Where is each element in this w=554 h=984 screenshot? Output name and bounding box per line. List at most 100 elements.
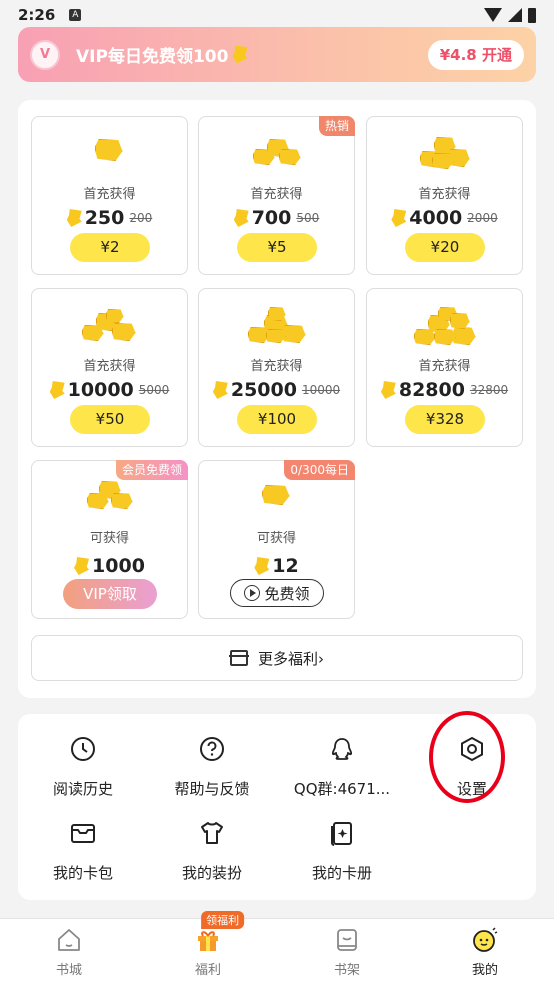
status-time: 2:26 bbox=[18, 6, 56, 24]
vip-banner[interactable]: V VIP每日免费领100 ¥4.8 开通 bbox=[18, 27, 536, 82]
original-amount: 10000 bbox=[301, 383, 341, 397]
tab-bookshelf[interactable]: 书架 bbox=[307, 927, 387, 978]
vip-claim-button[interactable]: VIP领取 bbox=[63, 579, 157, 609]
clock-icon bbox=[68, 734, 98, 764]
coin-icon bbox=[232, 45, 248, 64]
card-label: 可获得 bbox=[256, 531, 296, 546]
coin-icon bbox=[66, 209, 82, 227]
card-amount: 25000 10000 bbox=[199, 379, 354, 401]
card-label: 首充获得 bbox=[250, 187, 303, 202]
price-button[interactable]: ¥100 bbox=[237, 405, 317, 434]
coin-icon bbox=[49, 381, 65, 399]
card-label: 首充获得 bbox=[250, 359, 303, 374]
vip-logo-icon: V bbox=[30, 39, 60, 70]
card-label: 首充获得 bbox=[418, 359, 471, 374]
card-label: 首充获得 bbox=[83, 187, 136, 202]
vip-banner-text: VIP每日免费领100 bbox=[76, 42, 248, 67]
recharge-card-5[interactable]: 首充获得 25000 10000 ¥100 bbox=[198, 288, 355, 447]
notification-icon: A bbox=[69, 9, 82, 21]
card-amount: 700 500 bbox=[199, 207, 354, 229]
menu-label: 我的装扮 bbox=[181, 864, 242, 882]
menu-help-feedback[interactable]: 帮助与反馈 bbox=[147, 734, 277, 799]
card-label: 首充获得 bbox=[83, 359, 136, 374]
price-button[interactable]: ¥2 bbox=[70, 233, 150, 262]
gold-nugget-icon bbox=[419, 135, 470, 171]
gold-nugget-icon bbox=[247, 307, 306, 345]
card-label: 可获得 bbox=[89, 531, 129, 546]
menu-label: 我的卡包 bbox=[52, 864, 113, 882]
coin-icon bbox=[391, 209, 407, 227]
profile-menu-panel: 阅读历史 帮助与反馈 QQ群:4671... 设置 我的卡包 我的装扮 我的卡册 bbox=[18, 714, 536, 900]
free-claim-button[interactable]: 免费领 bbox=[230, 579, 324, 607]
menu-card-wallet[interactable]: 我的卡包 bbox=[18, 818, 148, 883]
original-amount: 2000 bbox=[467, 211, 498, 225]
amount-value: 4000 bbox=[409, 207, 463, 229]
price-button[interactable]: ¥328 bbox=[405, 405, 485, 434]
qq-icon bbox=[327, 734, 357, 764]
original-amount: 5000 bbox=[138, 383, 170, 397]
hot-tag: 热销 bbox=[318, 116, 355, 136]
amount-value: 700 bbox=[251, 207, 292, 229]
amount-value: 1000 bbox=[92, 555, 145, 577]
tshirt-icon bbox=[197, 818, 227, 848]
vip-open-label: 开通 bbox=[481, 46, 512, 64]
recharge-card-1[interactable]: 首充获得 250 200 ¥2 bbox=[31, 116, 188, 275]
bottom-tab-bar: 书城 领福利 福利 书架 我的 bbox=[0, 911, 554, 984]
original-amount: 500 bbox=[296, 211, 320, 225]
vip-banner-title: VIP每日免费领100 bbox=[76, 47, 229, 67]
card-wallet-icon bbox=[68, 818, 98, 848]
recharge-card-4[interactable]: 首充获得 10000 5000 ¥50 bbox=[31, 288, 188, 447]
menu-label: 我的卡册 bbox=[311, 864, 372, 882]
amount-value: 12 bbox=[272, 555, 299, 577]
vip-open-button[interactable]: ¥4.8 开通 bbox=[427, 39, 524, 70]
menu-qq-group[interactable]: QQ群:4671... bbox=[277, 734, 407, 799]
chevron-right-icon: › bbox=[318, 649, 324, 668]
recharge-card-6[interactable]: 首充获得 82800 32800 ¥328 bbox=[366, 288, 523, 447]
price-button[interactable]: ¥20 bbox=[405, 233, 485, 262]
menu-settings[interactable]: 设置 bbox=[407, 734, 537, 799]
recharge-card-3[interactable]: 首充获得 4000 2000 ¥20 bbox=[366, 116, 523, 275]
gold-nugget-icon bbox=[93, 135, 127, 165]
card-amount: 82800 32800 bbox=[367, 379, 522, 401]
home-icon bbox=[56, 927, 82, 953]
amount-value: 10000 bbox=[67, 379, 134, 401]
tab-mine[interactable]: 我的 bbox=[445, 927, 525, 978]
menu-label: 设置 bbox=[456, 780, 487, 798]
more-benefits-label: 更多福利 bbox=[257, 649, 318, 668]
recharge-panel: 首充获得 250 200 ¥2 热销 首充获得 700 500 ¥5 首充获得 bbox=[18, 100, 536, 698]
gold-nugget-icon bbox=[413, 307, 476, 347]
price-button[interactable]: ¥50 bbox=[70, 405, 150, 434]
menu-label: QQ群:4671... bbox=[293, 780, 391, 798]
coin-icon bbox=[74, 557, 90, 575]
vip-reward-card[interactable]: 会员免费领 可获得 1000 VIP领取 bbox=[31, 460, 188, 619]
gold-nugget-icon bbox=[252, 135, 301, 169]
daily-free-card[interactable]: 0/300每日 可获得 12 免费领 bbox=[198, 460, 355, 619]
more-benefits-button[interactable]: 更多福利› bbox=[31, 635, 523, 681]
menu-card-album[interactable]: 我的卡册 bbox=[277, 818, 407, 883]
tab-welfare[interactable]: 领福利 福利 bbox=[168, 911, 248, 978]
tab-label: 福利 bbox=[194, 963, 221, 978]
profile-face-icon bbox=[472, 927, 498, 953]
coin-icon bbox=[212, 381, 228, 399]
menu-label: 帮助与反馈 bbox=[174, 780, 250, 798]
tab-bookstore[interactable]: 书城 bbox=[29, 927, 109, 978]
gold-nugget-icon bbox=[81, 307, 138, 343]
tab-label: 书城 bbox=[55, 963, 82, 978]
card-amount: 250 200 bbox=[32, 207, 187, 229]
menu-reading-history[interactable]: 阅读历史 bbox=[18, 734, 148, 799]
card-amount: 12 bbox=[199, 555, 354, 577]
tab-label: 我的 bbox=[471, 963, 498, 978]
menu-my-outfit[interactable]: 我的装扮 bbox=[147, 818, 277, 883]
status-bar: 2:26 A bbox=[0, 0, 554, 30]
original-amount: 200 bbox=[129, 211, 153, 225]
gold-nugget-icon bbox=[86, 479, 133, 513]
coin-icon bbox=[380, 381, 396, 399]
price-button[interactable]: ¥5 bbox=[237, 233, 317, 262]
free-claim-label: 免费领 bbox=[264, 584, 310, 603]
recharge-card-2[interactable]: 热销 首充获得 700 500 ¥5 bbox=[198, 116, 355, 275]
play-icon bbox=[244, 585, 261, 601]
menu-label: 阅读历史 bbox=[52, 780, 113, 798]
vip-free-tag: 会员免费领 bbox=[115, 460, 188, 480]
signal-icon bbox=[508, 8, 522, 22]
settings-hexagon-icon bbox=[457, 734, 487, 764]
